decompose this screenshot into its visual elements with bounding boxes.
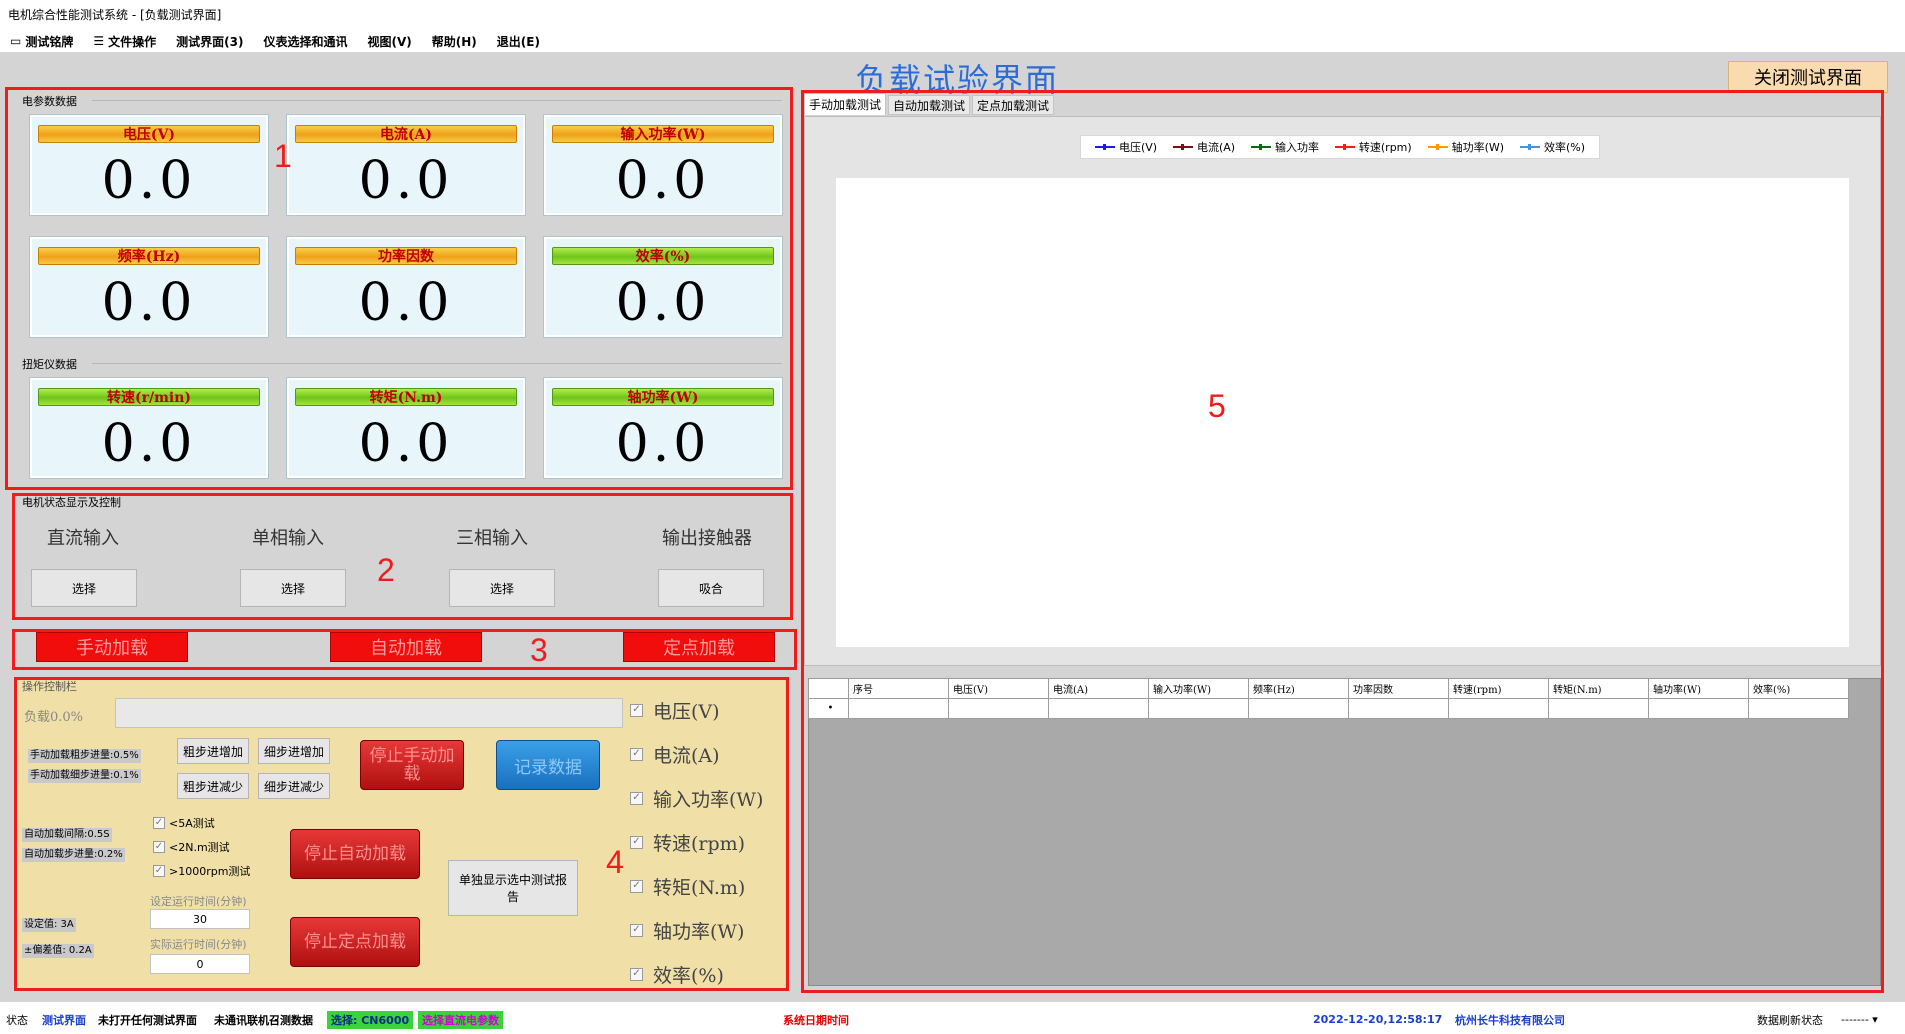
status-refresh-value[interactable]: ------- ▾ xyxy=(1841,1013,1878,1026)
menu-item-help[interactable]: 帮助(H) xyxy=(432,33,477,50)
status-datetime-label: 系统日期时间 xyxy=(783,1013,849,1027)
status-interface: 测试界面 xyxy=(42,1013,86,1027)
annotation-box-5 xyxy=(801,90,1884,993)
status-label: 状态 xyxy=(6,1013,28,1027)
annotation-number-3: 3 xyxy=(530,632,548,668)
status-company: 杭州长牛科技有限公司 xyxy=(1455,1013,1565,1027)
status-message-1: 未打开任何测试界面 xyxy=(98,1013,197,1027)
nameplate-icon: ▭ xyxy=(10,34,22,48)
menu-item-instrument[interactable]: 仪表选择和通讯 xyxy=(263,33,347,50)
annotation-number-2: 2 xyxy=(377,552,395,588)
status-datetime: 2022-12-20,12:58:17 xyxy=(1313,1013,1443,1026)
status-instrument-select: 选择: CN6000 xyxy=(327,1010,414,1029)
status-bar: 状态 测试界面 未打开任何测试界面 未通讯联机召测数据 选择: CN6000 选… xyxy=(0,1005,1905,1034)
annotation-box-4 xyxy=(14,677,789,991)
status-message-2: 未通讯联机召测数据 xyxy=(214,1013,313,1027)
status-dc-param-select: 选择直流电参数 xyxy=(418,1010,503,1029)
status-refresh-label: 数据刷新状态 xyxy=(1757,1013,1823,1027)
close-interface-button[interactable]: 关闭测试界面 xyxy=(1728,61,1888,93)
menu-item-file[interactable]: ☰ 文件操作 xyxy=(93,33,156,50)
annotation-box-1 xyxy=(5,87,793,490)
menu-item-view[interactable]: 视图(V) xyxy=(367,33,411,50)
menu-list-icon: ☰ xyxy=(93,34,105,48)
menu-item-exit[interactable]: 退出(E) xyxy=(497,33,540,50)
annotation-box-3 xyxy=(12,629,797,670)
annotation-box-2 xyxy=(12,493,793,620)
window-title: 电机综合性能测试系统 - [负载测试界面] xyxy=(0,0,1905,27)
menu-bar: ▭ 测试铭牌 ☰ 文件操作 测试界面(3) 仪表选择和通讯 视图(V) 帮助(H) … xyxy=(0,30,1905,52)
menu-item-nameplate[interactable]: ▭ 测试铭牌 xyxy=(10,33,73,50)
menu-item-test-interface[interactable]: 测试界面(3) xyxy=(176,33,243,50)
annotation-number-1: 1 xyxy=(274,138,292,174)
annotation-number-5: 5 xyxy=(1208,388,1226,424)
annotation-number-4: 4 xyxy=(606,844,624,880)
